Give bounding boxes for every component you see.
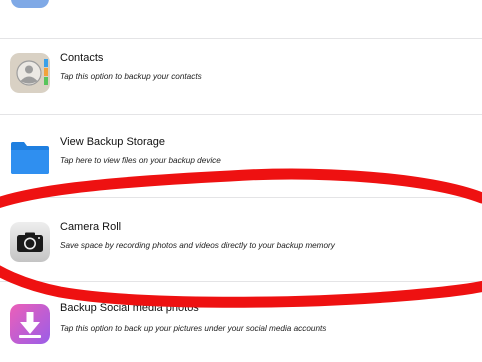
divider <box>0 281 482 282</box>
menu-item-contacts[interactable]: Contacts Tap this option to backup your … <box>0 38 482 118</box>
menu-item-subtitle: Tap here to view files on your backup de… <box>60 156 221 165</box>
menu-item-title: Backup Social media photos <box>60 302 199 314</box>
contacts-icon <box>10 53 50 93</box>
menu-item-camera-roll[interactable]: Camera Roll Save space by recording phot… <box>0 205 482 285</box>
menu-item-backup-social-media-photos[interactable]: Backup Social media photos Tap this opti… <box>0 288 482 362</box>
download-icon <box>10 304 50 344</box>
menu-item-subtitle: Tap this option to backup your contacts <box>60 72 202 81</box>
menu-item-title: Contacts <box>60 52 104 64</box>
menu-item-subtitle: Save space by recording photos and video… <box>60 241 335 250</box>
menu-item-subtitle: Tap this option to back up your pictures… <box>60 324 327 333</box>
menu-item-title: View Backup Storage <box>60 136 165 148</box>
menu-item-view-backup-storage[interactable]: View Backup Storage Tap here to view fil… <box>0 122 482 202</box>
backup-options-screen: Contacts Tap this option to backup your … <box>0 0 482 362</box>
folder-icon <box>10 137 50 177</box>
partial-previous-icon <box>11 0 49 8</box>
divider <box>0 197 482 198</box>
menu-item-title: Camera Roll <box>60 221 122 233</box>
camera-icon <box>10 222 50 262</box>
divider <box>0 114 482 115</box>
